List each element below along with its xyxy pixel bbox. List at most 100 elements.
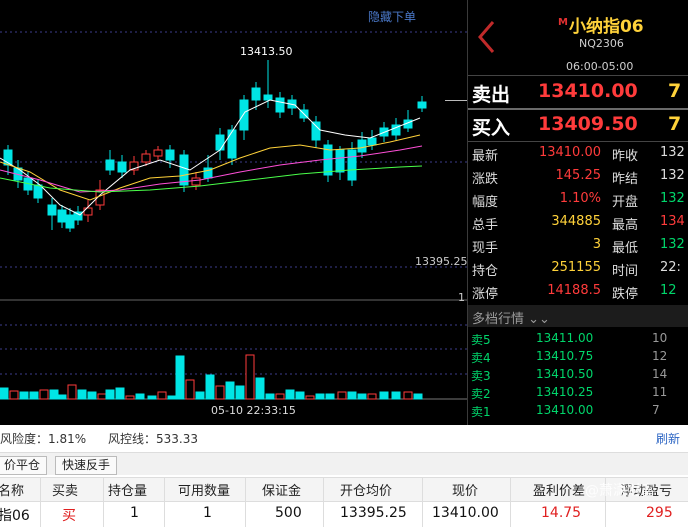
position-cell[interactable]: 1 [203,505,212,521]
volume-bar [67,384,77,400]
volume-bar [275,393,285,400]
candle-body [227,129,237,159]
stat-label: 最高 [612,218,639,233]
candle-body [83,207,93,216]
stat-label: 开盘 [612,195,639,210]
volume-bar [315,393,325,400]
depth-label: 卖4 [471,351,491,365]
volume-bar [195,391,205,400]
volume-bar [167,395,177,400]
column-header[interactable]: 盈利价差 [533,480,585,499]
position-cell[interactable]: 295 [646,505,673,521]
volume-bar [225,381,235,400]
candle-body [367,137,377,146]
column-header[interactable]: 买卖 [52,480,78,499]
stat-value: 22: [660,260,681,275]
column-divider [510,477,511,527]
column-header[interactable]: 开仓均价 [340,480,392,499]
stat-label: 时间 [612,264,639,279]
divider [468,141,688,142]
volume-bar [19,391,29,400]
volume-bar [325,393,335,400]
stat-value: 14188.5 [547,283,601,298]
stat-value: 132 [660,168,685,183]
candle-body [357,139,367,153]
stat-label: 涨停 [472,287,499,302]
kline-chart[interactable]: 隐藏下单 13413.50 13395.25 1 05-10 22:33:15 [0,0,467,425]
volume-bar [379,391,389,400]
position-cell[interactable]: 500 [275,505,302,521]
price-line-label: 13395.25 [415,255,467,268]
volume-bar [347,391,357,400]
volume-bar [39,389,49,400]
volume-bar [357,393,367,400]
sell-price[interactable]: 13410.00 [538,80,638,102]
stat-value: 132 [660,145,685,160]
ma-line-white [0,99,421,216]
column-header[interactable]: 现价 [452,480,478,499]
depth-price: 13410.25 [536,385,594,399]
close-position-button[interactable]: 价平仓 [0,456,48,475]
column-header[interactable]: 持仓量 [108,480,147,499]
position-cell[interactable]: 13410.00 [432,505,499,521]
column-header[interactable]: 保证金 [262,480,301,499]
risk-degree: 风险度：1.81% [0,432,87,446]
buy-price[interactable]: 13409.50 [538,113,638,135]
depth-label: 卖2 [471,387,491,401]
symbol-badge: M [558,17,568,29]
stat-value: 1.10% [559,191,601,206]
stat-label: 涨跌 [472,172,499,187]
stat-value: 251155 [551,260,601,275]
stat-label: 昨结 [612,172,639,187]
volume-bar [285,389,295,400]
stat-label: 持仓 [472,264,499,279]
depth-title[interactable]: 多档行情 ⌄⌄ [472,308,550,327]
candle-body [335,149,345,173]
position-cell[interactable]: 13395.25 [340,505,407,521]
stat-value: 12 [660,283,677,298]
candlestick-svg [0,31,467,400]
stat-value: 134 [660,214,685,229]
column-header[interactable]: 名称 [0,480,24,499]
volume-bar [391,391,401,400]
buy-label[interactable]: 买入 [472,113,510,140]
depth-qty: 11 [652,385,668,399]
trading-hours: 06:00-05:00 [566,60,634,73]
depth-price: 13410.00 [536,403,594,417]
refresh-link[interactable]: 刷新 [656,430,680,447]
volume-bar [49,389,59,400]
candle-body [347,149,357,181]
depth-price: 13411.00 [536,331,594,345]
candle-body [117,161,127,173]
sell-qty: 7 [668,80,682,102]
hide-orders-link[interactable]: 隐藏下单 [368,8,416,25]
volume-bar [57,394,67,400]
position-cell[interactable]: 指06 [0,505,30,525]
column-header[interactable]: 可用数量 [178,480,230,499]
column-divider [245,477,246,527]
volume-bar [9,390,19,400]
symbol-code: NQ2306 [579,37,624,50]
sell-label[interactable]: 卖出 [472,80,510,107]
position-cell[interactable]: 1 [130,505,139,521]
stat-label: 现手 [472,241,499,256]
double-chevron-down-icon: ⌄⌄ [528,312,550,327]
stat-value: 132 [660,237,685,252]
volume-bar [235,385,245,400]
depth-label: 卖5 [471,333,491,347]
depth-qty: 14 [652,367,668,381]
volume-bar [413,393,423,400]
account-area: 风险度：1.81% 风控线：533.33 刷新 价平仓 快速反手 名称 买卖 持仓量… [0,425,688,527]
back-arrow-icon[interactable] [473,18,501,56]
stat-label: 昨收 [612,149,639,164]
candle-body [215,134,225,151]
position-cell[interactable]: 买 [62,505,76,525]
quick-reverse-button[interactable]: 快速反手 [55,456,118,475]
volume-bar [147,395,157,400]
column-divider [422,477,423,527]
volume-bar [205,374,215,400]
divider [468,75,688,76]
position-cell[interactable]: 14.75 [541,505,581,521]
volume-bar [135,393,145,400]
volume-bar [0,387,9,400]
